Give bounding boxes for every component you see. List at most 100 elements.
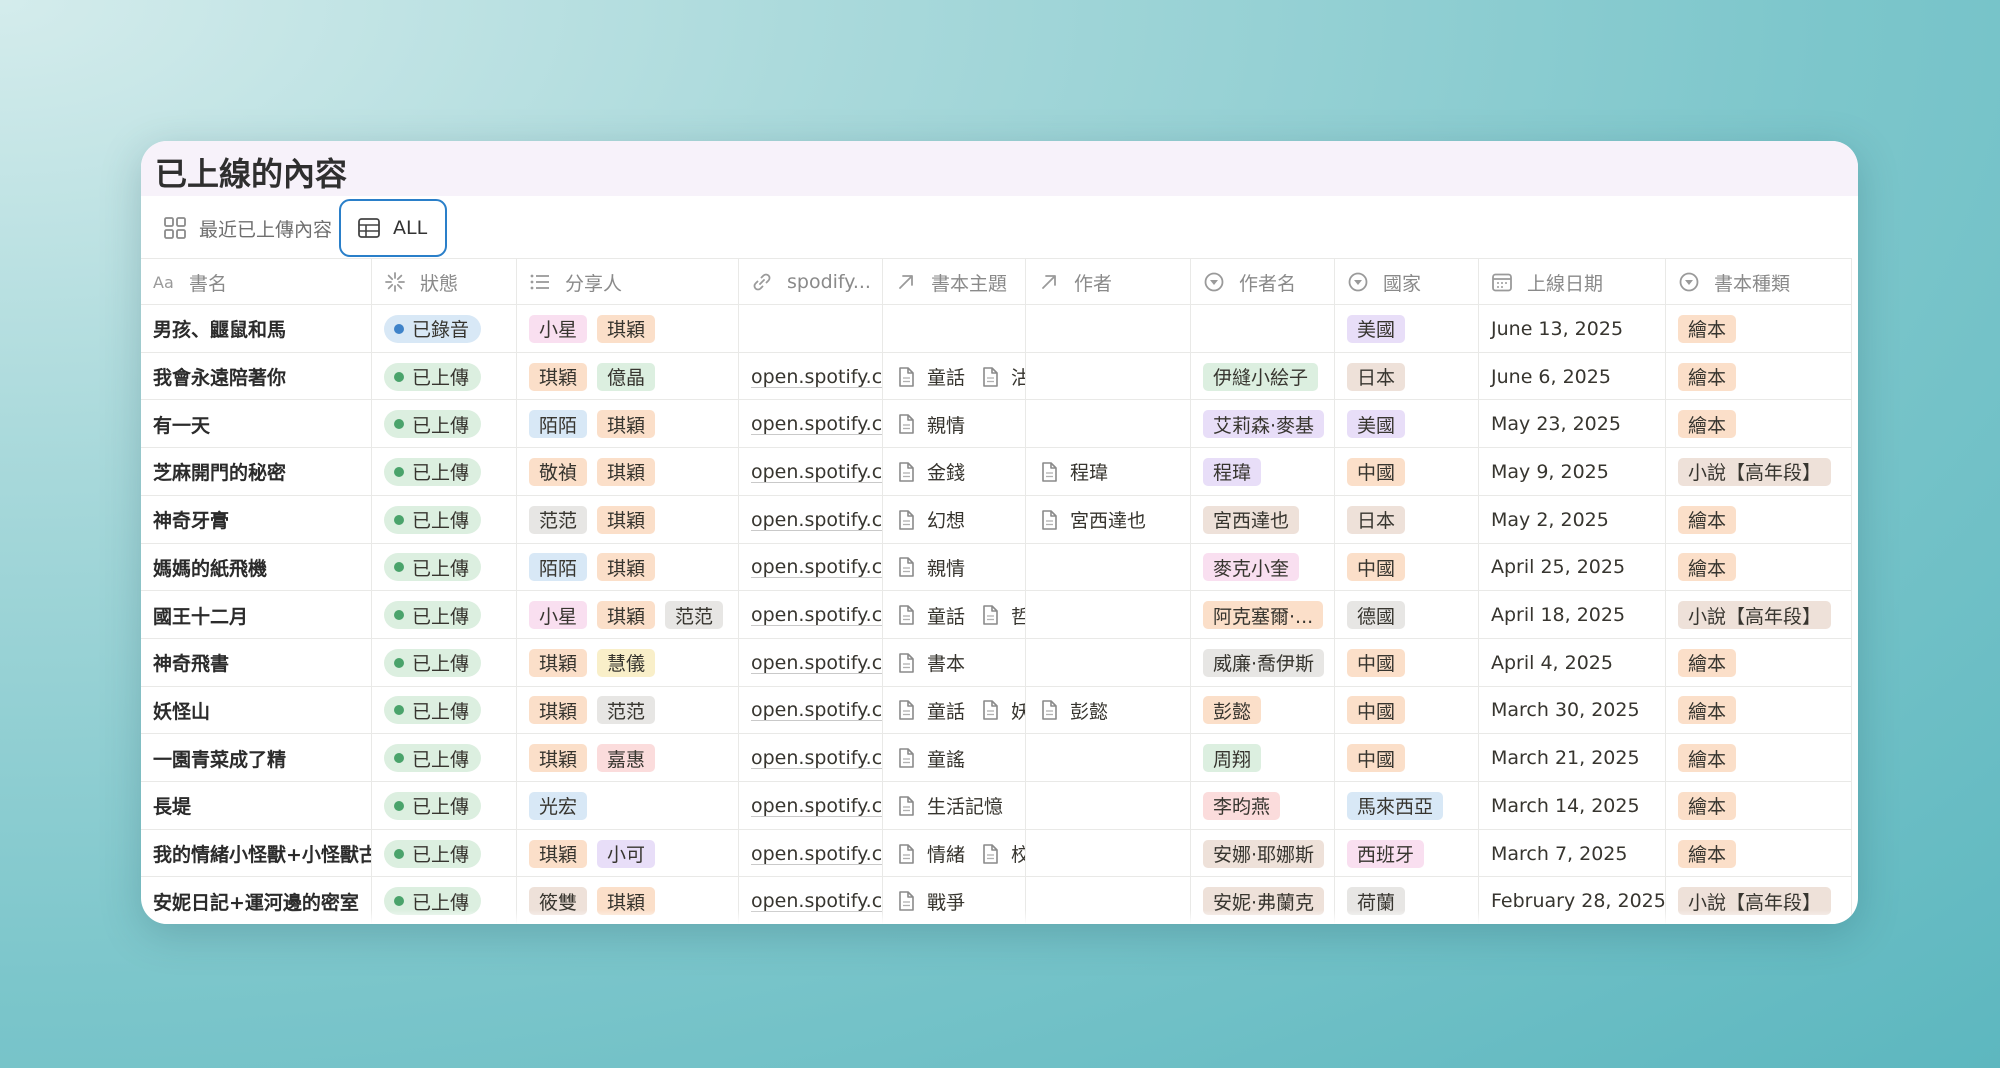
- col-date-cell[interactable]: March 30, 2025: [1479, 686, 1666, 735]
- col-author-cell[interactable]: [1026, 638, 1191, 687]
- topic-relation[interactable]: 童話: [895, 363, 965, 390]
- table-row[interactable]: 妖怪山 已上傳 琪穎范范 open.spotify.c 童話 妖 彭懿 彭懿 中國 Marc…: [141, 685, 1852, 735]
- col-country-cell[interactable]: 中國: [1335, 686, 1479, 735]
- col-date-cell[interactable]: June 13, 2025: [1479, 305, 1666, 353]
- col-author-name-cell[interactable]: 阿克塞爾·...: [1191, 591, 1335, 639]
- topic-relation[interactable]: 親情: [895, 554, 965, 581]
- col-country-cell[interactable]: 中國: [1335, 638, 1479, 687]
- table-row[interactable]: 媽媽的紙飛機 已上傳 陌陌 琪穎 open.spotify.c 親情 麥克小奎 中國 Apri…: [141, 542, 1852, 592]
- topic-relation[interactable]: 情緒: [895, 840, 965, 867]
- col-country-cell[interactable]: 美國: [1335, 400, 1479, 449]
- tab-gallery-view[interactable]: 最近已上傳內容: [163, 199, 332, 257]
- col-status-header[interactable]: 狀態: [372, 259, 517, 305]
- col-sharers-cell[interactable]: 陌陌 琪穎: [517, 400, 739, 449]
- col-sharers-cell[interactable]: 琪穎 小可: [517, 829, 739, 878]
- col-title-cell[interactable]: 我會永遠陪著你: [141, 352, 372, 401]
- topic-relation[interactable]: 金錢: [895, 458, 965, 485]
- tab-all-view[interactable]: ALL: [339, 199, 447, 257]
- topic-relation[interactable]: 書本: [895, 649, 965, 676]
- spotify-link[interactable]: open.spotify.c: [751, 699, 882, 721]
- col-country-cell[interactable]: 中國: [1335, 543, 1479, 592]
- col-topic-cell[interactable]: [883, 305, 1026, 353]
- col-spotify-cell[interactable]: open.spotify.c: [739, 400, 883, 449]
- col-author-name-cell[interactable]: 宮西達也: [1191, 495, 1335, 544]
- col-author-cell[interactable]: [1026, 305, 1191, 353]
- col-date-cell[interactable]: May 9, 2025: [1479, 448, 1666, 496]
- col-date-cell[interactable]: March 14, 2025: [1479, 782, 1666, 830]
- col-title-cell[interactable]: 男孩、鼴鼠和馬: [141, 305, 372, 353]
- spotify-link[interactable]: open.spotify.c: [751, 843, 882, 865]
- spotify-link[interactable]: open.spotify.c: [751, 890, 882, 912]
- col-author-name-cell[interactable]: 周翔: [1191, 734, 1335, 782]
- spotify-link[interactable]: open.spotify.c: [751, 413, 882, 435]
- table-row[interactable]: 神奇飛書 已上傳 琪穎 慧儀 open.spotify.c 書本 威廉·喬伊斯 中國 Apri…: [141, 637, 1852, 687]
- col-spotify-cell[interactable]: open.spotify.c: [739, 495, 883, 544]
- col-sharers-cell[interactable]: 敬禎 琪穎: [517, 448, 739, 496]
- col-country-cell[interactable]: 美國: [1335, 305, 1479, 353]
- col-type-header[interactable]: 書本種類: [1666, 259, 1852, 305]
- col-sharers-cell[interactable]: 小星 琪穎 范范: [517, 591, 739, 639]
- col-status-cell[interactable]: 已上傳: [372, 638, 517, 687]
- topic-relation[interactable]: 妖: [979, 697, 1025, 724]
- col-sharers-cell[interactable]: 范范 琪穎: [517, 495, 739, 544]
- col-status-cell[interactable]: 已上傳: [372, 686, 517, 735]
- col-topic-cell[interactable]: 童話 哲: [883, 591, 1026, 639]
- col-spotify-cell[interactable]: open.spotify.c: [739, 543, 883, 592]
- col-topic-cell[interactable]: 金錢: [883, 448, 1026, 496]
- col-country-cell[interactable]: 中國: [1335, 734, 1479, 782]
- col-author-name-cell[interactable]: 彭懿: [1191, 686, 1335, 735]
- col-spotify-cell[interactable]: [739, 305, 883, 353]
- col-date-cell[interactable]: June 6, 2025: [1479, 352, 1666, 401]
- col-sharers-cell[interactable]: 光宏: [517, 782, 739, 830]
- col-author-cell[interactable]: [1026, 782, 1191, 830]
- col-topic-header[interactable]: 書本主題: [883, 259, 1026, 305]
- col-country-cell[interactable]: 日本: [1335, 352, 1479, 401]
- col-title-cell[interactable]: 一園青菜成了精: [141, 734, 372, 782]
- col-date-cell[interactable]: April 18, 2025: [1479, 591, 1666, 639]
- col-author-cell[interactable]: [1026, 400, 1191, 449]
- table-row[interactable]: 我會永遠陪著你 已上傳 琪穎億晶 open.spotify.c 童話 沽 伊縫小絵子日本…: [141, 351, 1852, 401]
- col-title-cell[interactable]: 有一天: [141, 400, 372, 449]
- author-relation[interactable]: 彭懿: [1038, 697, 1108, 724]
- col-type-cell[interactable]: 繪本: [1666, 829, 1852, 878]
- author-relation[interactable]: 程瑋: [1038, 458, 1108, 485]
- spotify-link[interactable]: open.spotify.c: [751, 556, 882, 578]
- col-author-header[interactable]: 作者: [1026, 259, 1191, 305]
- author-relation[interactable]: 宮西達也: [1038, 506, 1146, 533]
- col-status-cell[interactable]: 已上傳: [372, 495, 517, 544]
- col-status-cell[interactable]: 已上傳: [372, 591, 517, 639]
- spotify-link[interactable]: open.spotify.c: [751, 461, 882, 483]
- col-date-cell[interactable]: April 25, 2025: [1479, 543, 1666, 592]
- col-date-cell[interactable]: April 4, 2025: [1479, 638, 1666, 687]
- spotify-link[interactable]: open.spotify.c: [751, 604, 882, 626]
- col-status-cell[interactable]: 已上傳: [372, 543, 517, 592]
- col-country-cell[interactable]: 德國: [1335, 591, 1479, 639]
- col-topic-cell[interactable]: 親情: [883, 543, 1026, 592]
- col-status-cell[interactable]: 已上傳: [372, 352, 517, 401]
- col-status-cell[interactable]: 已上傳: [372, 829, 517, 878]
- col-author-name-cell[interactable]: 李昀燕: [1191, 782, 1335, 830]
- col-sharers-cell[interactable]: 陌陌 琪穎: [517, 543, 739, 592]
- col-type-cell[interactable]: 小說【高年段】: [1666, 591, 1852, 639]
- col-spotify-cell[interactable]: open.spotify.c: [739, 686, 883, 735]
- table-row[interactable]: 神奇牙膏 已上傳 范范 琪穎 open.spotify.c 幻想 宮西達也 宮西達也 日本 M…: [141, 494, 1852, 544]
- col-status-cell[interactable]: 已上傳: [372, 448, 517, 496]
- col-country-cell[interactable]: 中國: [1335, 448, 1479, 496]
- col-author-cell[interactable]: [1026, 829, 1191, 878]
- col-spotify-header[interactable]: spodify...: [739, 259, 883, 305]
- col-title-cell[interactable]: 長堤: [141, 782, 372, 830]
- col-date-header[interactable]: 上線日期: [1479, 259, 1666, 305]
- col-spotify-cell[interactable]: open.spotify.c: [739, 734, 883, 782]
- table-row[interactable]: 我的情緒小怪獸+小怪獸古 已上傳 琪穎小可 open.spotify.c 情緒 校 安娜…: [141, 828, 1852, 878]
- col-type-cell[interactable]: 繪本: [1666, 352, 1852, 401]
- col-topic-cell[interactable]: 童話 沽: [883, 352, 1026, 401]
- col-title-cell[interactable]: 神奇飛書: [141, 638, 372, 687]
- table-row[interactable]: 男孩、鼴鼠和馬 已錄音 小星 琪穎 美國 June 13, 2025 繪本: [141, 304, 1852, 353]
- col-country-header[interactable]: 國家: [1335, 259, 1479, 305]
- col-author-cell[interactable]: [1026, 543, 1191, 592]
- topic-relation[interactable]: 童謠: [895, 745, 965, 772]
- col-date-cell[interactable]: May 2, 2025: [1479, 495, 1666, 544]
- col-sharers-cell[interactable]: 琪穎 慧儀: [517, 638, 739, 687]
- col-status-cell[interactable]: 已上傳: [372, 782, 517, 830]
- col-title-cell[interactable]: 媽媽的紙飛機: [141, 543, 372, 592]
